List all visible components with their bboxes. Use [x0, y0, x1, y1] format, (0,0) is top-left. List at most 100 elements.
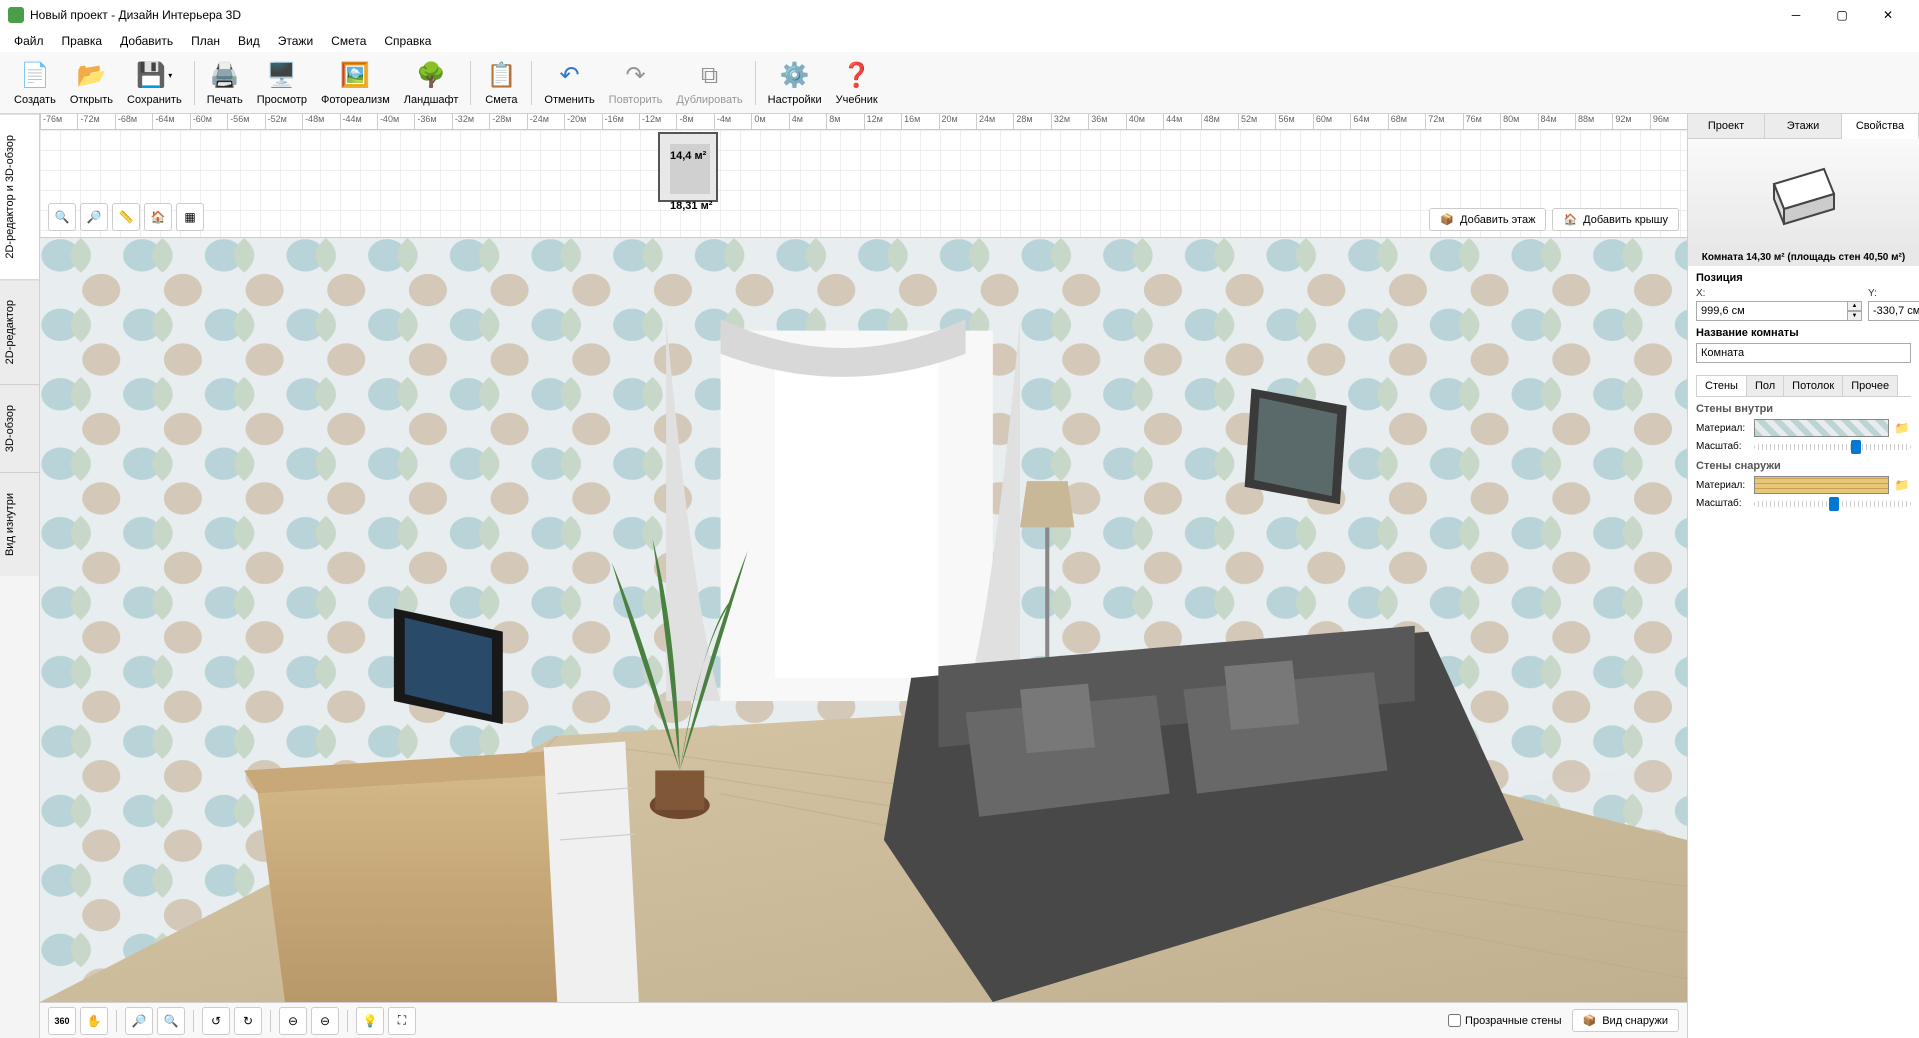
rotate-left-icon: ↺	[211, 1014, 221, 1028]
save-button[interactable]: 💾▾Сохранить	[121, 56, 188, 110]
close-button[interactable]: ✕	[1865, 0, 1911, 30]
ruler-tick: -4м	[714, 114, 751, 129]
ruler-tick: -20м	[564, 114, 601, 129]
rotate-right-button[interactable]: ↻	[234, 1007, 262, 1035]
tilt-up-button[interactable]: ⊖	[279, 1007, 307, 1035]
redo-button: ↷Повторить	[603, 56, 669, 110]
ruler-tick: 80м	[1500, 114, 1537, 129]
home-tool[interactable]: 🏠	[144, 203, 172, 231]
undo-icon: ↶	[554, 60, 586, 92]
room-name-input[interactable]	[1696, 343, 1911, 363]
ruler-tick: 72м	[1425, 114, 1462, 129]
create-button[interactable]: 📄Создать	[8, 56, 62, 110]
vtab-inside[interactable]: Вид изнутри	[0, 472, 39, 576]
app-icon	[8, 7, 24, 23]
menu-add[interactable]: Добавить	[112, 32, 181, 50]
subtab-walls[interactable]: Стены	[1696, 375, 1747, 396]
zoom-out-3d[interactable]: 🔍	[157, 1007, 185, 1035]
save-icon: 💾▾	[138, 60, 170, 92]
settings-button[interactable]: ⚙️Настройки	[762, 56, 828, 110]
zoom-out-icon: 🔍	[164, 1014, 179, 1028]
material-outside-swatch[interactable]	[1754, 476, 1889, 494]
plan-2d-area[interactable]: 14,4 м² 18,31 м² 🔍 🔎 📏 🏠 ▦ 📦Добавить эта…	[40, 130, 1687, 238]
ruler-tick: -28м	[489, 114, 526, 129]
add-roof-icon: 🏠	[1563, 213, 1577, 226]
menu-edit[interactable]: Правка	[54, 32, 111, 50]
tutorial-button[interactable]: ❓Учебник	[830, 56, 884, 110]
ruler-tick: 84м	[1538, 114, 1575, 129]
ruler-tick: 48м	[1201, 114, 1238, 129]
zoom-out-plan[interactable]: 🔍	[48, 203, 76, 231]
scale-outside-slider[interactable]	[1754, 501, 1911, 507]
landscape-button[interactable]: 🌳Ландшафт	[398, 56, 465, 110]
x-down[interactable]: ▼	[1848, 311, 1862, 321]
ruler-tick: 88м	[1575, 114, 1612, 129]
ruler-tick: -52м	[265, 114, 302, 129]
view-outside-button[interactable]: 📦 Вид снаружи	[1572, 1009, 1679, 1032]
material-inside-swatch[interactable]	[1754, 419, 1889, 437]
grid-icon: ▦	[184, 210, 195, 224]
zoom-in-3d[interactable]: 🔎	[125, 1007, 153, 1035]
minimize-button[interactable]: ─	[1773, 0, 1819, 30]
home-icon: 🏠	[151, 210, 166, 224]
ruler-tick: 8м	[826, 114, 863, 129]
menu-help[interactable]: Справка	[376, 32, 439, 50]
rotate-left-button[interactable]: ↺	[202, 1007, 230, 1035]
ruler-tick: -60м	[190, 114, 227, 129]
ruler-tick: -48м	[302, 114, 339, 129]
menu-estimate[interactable]: Смета	[323, 32, 374, 50]
tilt-down-button[interactable]: ⊖	[311, 1007, 339, 1035]
add-floor-button[interactable]: 📦Добавить этаж	[1429, 208, 1546, 231]
estimate-button[interactable]: 📋Смета	[477, 56, 525, 110]
add-roof-button[interactable]: 🏠Добавить крышу	[1552, 208, 1679, 231]
viewport-3d[interactable]	[40, 238, 1687, 1002]
duplicate-icon: ⧉	[694, 60, 726, 92]
ruler-tick: -16м	[602, 114, 639, 129]
vtab-3d-view[interactable]: 3D-обзор	[0, 384, 39, 472]
x-up[interactable]: ▲	[1848, 301, 1862, 311]
zoom-in-plan[interactable]: 🔎	[80, 203, 108, 231]
grid-tool[interactable]: ▦	[176, 203, 204, 231]
ruler-tick: -36м	[414, 114, 451, 129]
subtab-ceiling[interactable]: Потолок	[1783, 375, 1843, 396]
preview-button[interactable]: 🖥️Просмотр	[251, 56, 313, 110]
x-input[interactable]: ▲▼	[1696, 301, 1862, 321]
transparent-walls-input[interactable]	[1448, 1014, 1461, 1027]
tab-project[interactable]: Проект	[1688, 114, 1765, 138]
tab-floors[interactable]: Этажи	[1765, 114, 1842, 138]
vtab-2d-editor[interactable]: 2D-редактор	[0, 279, 39, 384]
light-button[interactable]: 💡	[356, 1007, 384, 1035]
ruler-tick: 24м	[976, 114, 1013, 129]
open-button[interactable]: 📂Открыть	[64, 56, 119, 110]
measure-tool[interactable]: 📏	[112, 203, 140, 231]
position-heading: Позиция	[1696, 272, 1911, 284]
ruler-tick: -24м	[527, 114, 564, 129]
expand-button[interactable]: ⛶	[388, 1007, 416, 1035]
ruler-tick: -72м	[77, 114, 114, 129]
y-input[interactable]: ▲▼	[1868, 301, 1919, 321]
open-folder-icon: 📂	[75, 60, 107, 92]
menu-view[interactable]: Вид	[230, 32, 268, 50]
bottom-toolbar: 360 ✋ 🔎 🔍 ↺ ↻ ⊖ ⊖ 💡 ⛶ Прозрачные стены 📦	[40, 1002, 1687, 1038]
undo-button[interactable]: ↶Отменить	[538, 56, 600, 110]
floorplan-shape[interactable]	[658, 132, 718, 202]
vtab-combo[interactable]: 2D-редактор и 3D-обзор	[0, 114, 39, 279]
menu-file[interactable]: Файл	[6, 32, 52, 50]
material-inside-browse[interactable]: 📁	[1893, 419, 1911, 437]
properties-panel: Проект Этажи Свойства Комната 14,30 м² (…	[1687, 114, 1919, 1038]
pan-button[interactable]: ✋	[80, 1007, 108, 1035]
tab-properties[interactable]: Свойства	[1842, 114, 1919, 139]
subtab-other[interactable]: Прочее	[1842, 375, 1898, 396]
menu-floors[interactable]: Этажи	[270, 32, 321, 50]
ruler-tick: -56м	[227, 114, 264, 129]
photorealism-button[interactable]: 🖼️Фотореализм	[315, 56, 396, 110]
360-view-button[interactable]: 360	[48, 1007, 76, 1035]
maximize-button[interactable]: ▢	[1819, 0, 1865, 30]
x-label: X:	[1696, 288, 1862, 299]
menu-plan[interactable]: План	[183, 32, 228, 50]
print-button[interactable]: 🖨️Печать	[201, 56, 249, 110]
transparent-walls-checkbox[interactable]: Прозрачные стены	[1448, 1014, 1561, 1027]
material-outside-browse[interactable]: 📁	[1893, 476, 1911, 494]
scale-inside-slider[interactable]	[1754, 444, 1911, 450]
subtab-floor[interactable]: Пол	[1746, 375, 1784, 396]
